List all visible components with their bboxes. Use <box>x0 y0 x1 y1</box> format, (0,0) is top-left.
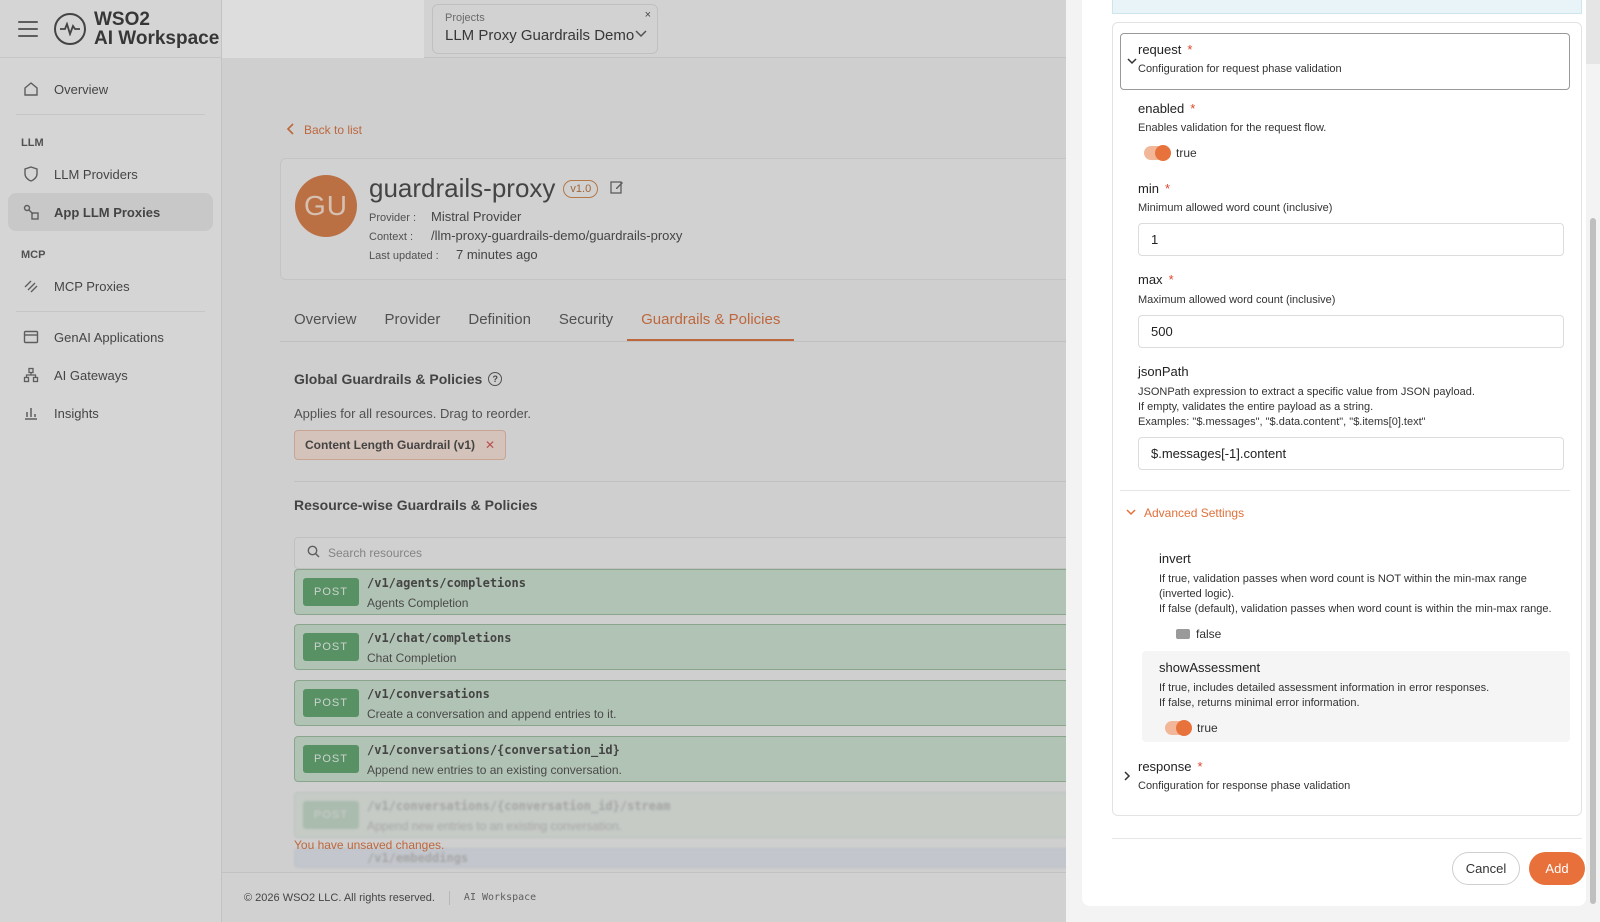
required-marker: * <box>1190 101 1196 116</box>
invert-label: invert <box>1159 551 1191 566</box>
chevron-right-icon[interactable] <box>1124 770 1131 784</box>
max-desc: Maximum allowed word count (inclusive) <box>1138 294 1336 306</box>
request-label: request * <box>1138 42 1192 57</box>
toggle-value: true <box>1176 146 1197 160</box>
invert-desc: (inverted logic). <box>1159 588 1235 600</box>
label-text: min <box>1138 181 1159 196</box>
toggle-switch[interactable] <box>1144 145 1171 161</box>
toggle-switch[interactable] <box>1165 720 1192 736</box>
show-assessment-desc: If false, returns minimal error informat… <box>1159 697 1360 709</box>
advanced-settings-label: Advanced Settings <box>1144 506 1245 520</box>
invert-desc: If true, validation passes when word cou… <box>1159 573 1527 585</box>
scrollbar[interactable] <box>1590 218 1596 904</box>
cancel-button[interactable]: Cancel <box>1452 852 1520 885</box>
toggle-value: true <box>1197 721 1218 735</box>
invert-desc: If false (default), validation passes wh… <box>1159 603 1552 615</box>
min-input[interactable]: 1 <box>1138 223 1564 256</box>
max-input[interactable]: 500 <box>1138 315 1564 348</box>
chevron-down-icon <box>1127 54 1137 68</box>
label-text: request <box>1138 42 1182 57</box>
modal-backdrop[interactable] <box>0 0 1066 922</box>
enabled-toggle[interactable]: true <box>1144 145 1197 161</box>
show-assessment-desc: If true, includes detailed assessment in… <box>1159 682 1490 694</box>
jsonpath-desc: JSONPath expression to extract a specifi… <box>1138 386 1475 398</box>
divider <box>1120 490 1570 491</box>
divider <box>1112 838 1582 839</box>
show-assessment-label: showAssessment <box>1159 660 1261 675</box>
jsonpath-input[interactable]: $.messages[-1].content <box>1138 437 1564 470</box>
required-marker: * <box>1164 181 1171 196</box>
max-label: max * <box>1138 272 1174 287</box>
request-desc: Configuration for request phase validati… <box>1138 63 1342 75</box>
add-button[interactable]: Add <box>1529 852 1585 885</box>
policy-config-drawer: request * Configuration for request phase… <box>1066 0 1600 922</box>
jsonpath-label: jsonPath <box>1138 364 1189 379</box>
advanced-settings-toggle[interactable]: Advanced Settings <box>1126 506 1244 520</box>
required-marker: * <box>1197 759 1203 774</box>
chevron-down-icon <box>1126 507 1136 519</box>
toggle-switch[interactable] <box>1176 629 1190 639</box>
min-desc: Minimum allowed word count (inclusive) <box>1138 202 1333 214</box>
response-label[interactable]: response * <box>1138 759 1203 774</box>
response-desc: Configuration for response phase validat… <box>1138 780 1351 792</box>
jsonpath-examples: Examples: "$.messages", "$.data.content"… <box>1138 416 1426 428</box>
required-marker: * <box>1187 42 1193 57</box>
info-strip <box>1112 0 1582 14</box>
label-text: enabled <box>1138 101 1185 116</box>
min-label: min * <box>1138 181 1170 196</box>
show-assessment-toggle[interactable]: true <box>1165 720 1218 736</box>
drawer-panel: request * Configuration for request phase… <box>1082 0 1586 906</box>
enabled-desc: Enables validation for the request flow. <box>1138 122 1327 134</box>
jsonpath-desc: If empty, validates the entire payload a… <box>1138 401 1374 413</box>
enabled-label: enabled * <box>1138 101 1195 116</box>
required-marker: * <box>1168 272 1174 287</box>
label-text: max <box>1138 272 1163 287</box>
toggle-value: false <box>1196 627 1222 641</box>
label-text: response <box>1138 759 1192 774</box>
invert-toggle[interactable]: false <box>1176 627 1221 641</box>
